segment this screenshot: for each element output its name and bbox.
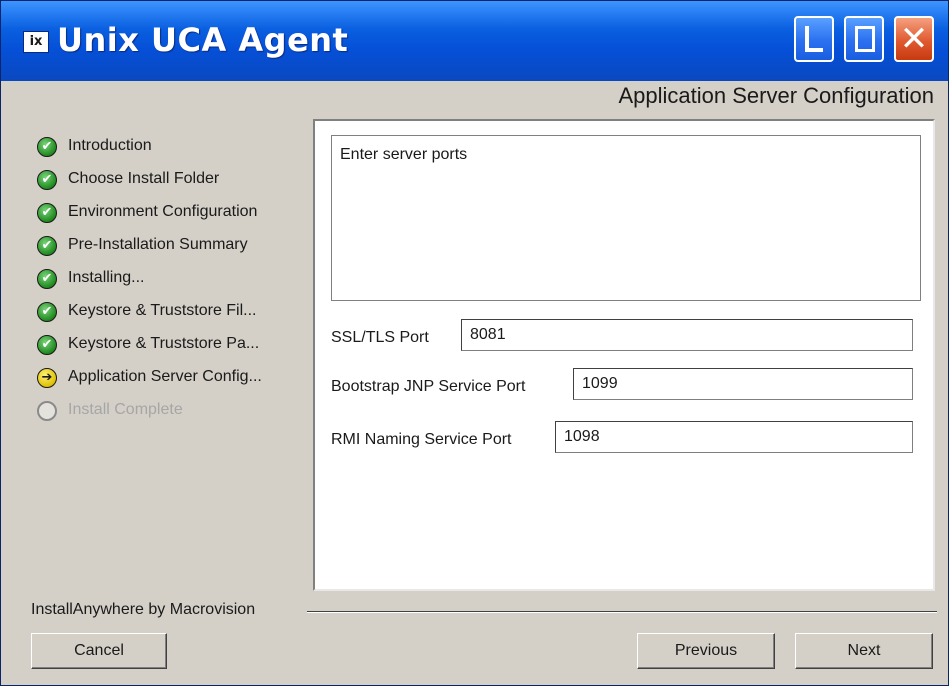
rmi-naming-port-input[interactable]: [555, 421, 913, 453]
minimize-button[interactable]: [794, 16, 834, 62]
rmi-naming-port-label: RMI Naming Service Port: [331, 431, 512, 448]
empty-circle-icon: [37, 401, 57, 421]
step-label: Installing...: [68, 269, 145, 286]
title-bar[interactable]: ix Unix UCA Agent ✕: [1, 1, 948, 81]
step-label: Application Server Config...: [68, 368, 262, 385]
cancel-button[interactable]: Cancel: [31, 633, 167, 669]
window-title: Unix UCA Agent: [57, 21, 349, 59]
check-circle-icon: ✔: [37, 137, 57, 157]
bootstrap-jnp-port-input[interactable]: [573, 368, 913, 400]
step-item: ➔ Application Server Config...: [37, 366, 307, 399]
description-box: Enter server ports: [331, 135, 921, 301]
check-circle-icon: ✔: [37, 236, 57, 256]
step-label: Environment Configuration: [68, 203, 258, 220]
step-item: ✔ Environment Configuration: [37, 201, 307, 234]
step-header-caption: Application Server Configuration: [618, 83, 934, 108]
next-button[interactable]: Next: [795, 633, 933, 669]
step-item: Install Complete: [37, 399, 307, 432]
close-button[interactable]: ✕: [894, 16, 934, 62]
maximize-icon: [855, 26, 875, 52]
description-text: Enter server ports: [340, 146, 468, 163]
content-panel: Enter server ports SSL/TLS Port Bootstra…: [313, 119, 935, 591]
footer-brand-text: InstallAnywhere by Macrovision: [31, 601, 256, 618]
step-label: Introduction: [68, 137, 152, 154]
minimize-icon: [805, 26, 823, 52]
installation-steps-list: ✔ Introduction ✔ Choose Install Folder ✔ Envi…: [37, 135, 307, 432]
check-circle-icon: ✔: [37, 170, 57, 190]
step-item: ✔ Installing...: [37, 267, 307, 300]
check-circle-icon: ✔: [37, 335, 57, 355]
step-item: ✔ Choose Install Folder: [37, 168, 307, 201]
close-icon: ✕: [899, 19, 929, 59]
previous-button[interactable]: Previous: [637, 633, 775, 669]
check-circle-icon: ✔: [37, 203, 57, 223]
maximize-button[interactable]: [844, 16, 884, 62]
installer-window: ix Unix UCA Agent ✕ Application Server C…: [0, 0, 949, 686]
arrow-right-circle-icon: ➔: [37, 368, 57, 388]
bootstrap-jnp-port-label: Bootstrap JNP Service Port: [331, 378, 526, 395]
step-item: ✔ Introduction: [37, 135, 307, 168]
footer-divider: [307, 611, 937, 613]
step-item: ✔ Pre-Installation Summary: [37, 234, 307, 267]
step-label: Keystore & Truststore Pa...: [68, 335, 260, 352]
check-circle-icon: ✔: [37, 269, 57, 289]
step-label: Choose Install Folder: [68, 170, 220, 187]
step-item: ✔ Keystore & Truststore Pa...: [37, 333, 307, 366]
step-label: Keystore & Truststore Fil...: [68, 302, 257, 319]
step-label: Pre-Installation Summary: [68, 236, 248, 253]
installanywhere-logo-icon: ix: [23, 31, 49, 53]
ssl-tls-port-label: SSL/TLS Port: [331, 329, 429, 346]
ssl-tls-port-input[interactable]: [461, 319, 913, 351]
check-circle-icon: ✔: [37, 302, 57, 322]
step-item: ✔ Keystore & Truststore Fil...: [37, 300, 307, 333]
step-label: Install Complete: [68, 401, 183, 418]
